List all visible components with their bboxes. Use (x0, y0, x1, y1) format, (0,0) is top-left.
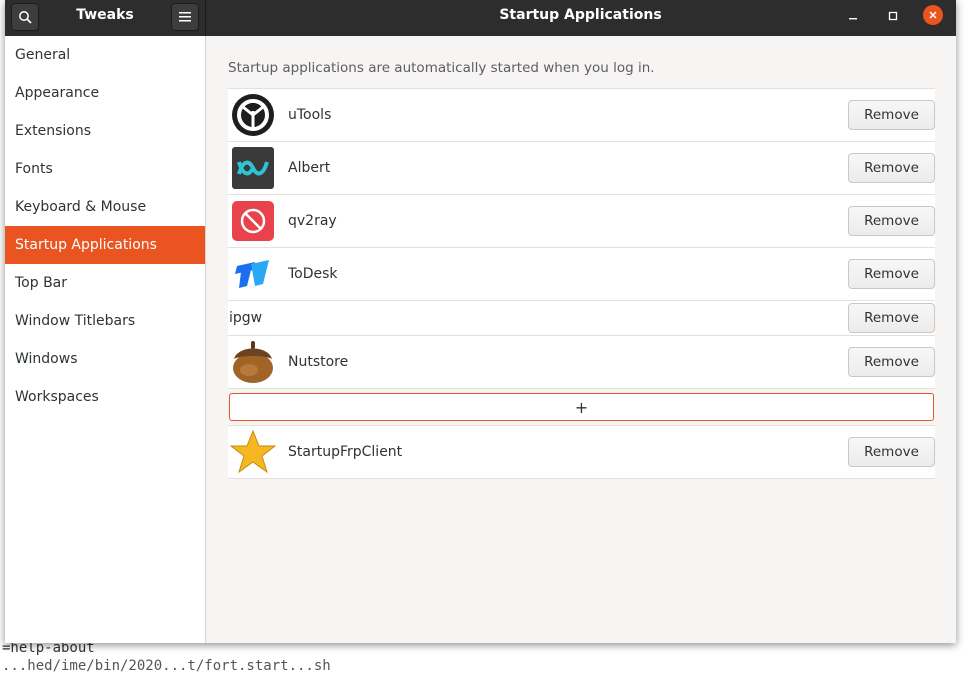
add-startup-app-button[interactable]: + (229, 393, 934, 421)
panel-description: Startup applications are automatically s… (228, 60, 655, 76)
app-name: qv2ray (288, 213, 337, 229)
sidebar-item-extensions[interactable]: Extensions (5, 112, 205, 150)
todesk-icon (230, 251, 276, 297)
app-name: StartupFrpClient (288, 444, 403, 460)
menu-button[interactable] (171, 3, 199, 31)
app-name: ToDesk (288, 266, 338, 282)
sidebar-item-general[interactable]: General (5, 36, 205, 74)
remove-button[interactable]: Remove (848, 437, 935, 467)
sidebar-item-startup-applications[interactable]: Startup Applications (5, 226, 205, 264)
close-icon (929, 11, 937, 19)
minimize-button[interactable] (842, 5, 864, 27)
add-row: + (228, 389, 935, 426)
sidebar-item-keyboard-mouse[interactable]: Keyboard & Mouse (5, 188, 205, 226)
search-button[interactable] (11, 3, 39, 31)
list-item: Nutstore Remove (228, 336, 935, 389)
maximize-button[interactable] (882, 5, 904, 27)
remove-button[interactable]: Remove (848, 347, 935, 377)
list-item: uTools Remove (228, 89, 935, 142)
remove-button[interactable]: Remove (848, 303, 935, 333)
star-icon (230, 429, 276, 475)
utools-icon (230, 92, 276, 138)
startup-applications-panel: Startup applications are automatically s… (206, 36, 956, 643)
sidebar-item-appearance[interactable]: Appearance (5, 74, 205, 112)
maximize-icon (888, 11, 898, 21)
nutstore-icon (230, 339, 276, 385)
albert-icon (230, 145, 276, 191)
sidebar-header: Tweaks (5, 0, 206, 36)
list-item: qv2ray Remove (228, 195, 935, 248)
close-button[interactable] (923, 5, 943, 25)
sidebar-title: Tweaks (76, 7, 134, 23)
app-name: Albert (288, 160, 331, 176)
sidebar-item-top-bar[interactable]: Top Bar (5, 264, 205, 302)
sidebar-item-windows[interactable]: Windows (5, 340, 205, 378)
list-item: ipgw Remove (228, 301, 935, 336)
app-name: ipgw (229, 310, 263, 326)
remove-button[interactable]: Remove (848, 100, 935, 130)
list-item: ToDesk Remove (228, 248, 935, 301)
search-icon (19, 11, 32, 24)
sidebar-item-fonts[interactable]: Fonts (5, 150, 205, 188)
header-bar: Tweaks Startup Applications (5, 0, 956, 36)
list-item: StartupFrpClient Remove (228, 426, 935, 479)
qv2ray-icon (230, 198, 276, 244)
remove-button[interactable]: Remove (848, 153, 935, 183)
hamburger-menu-icon (179, 12, 191, 22)
remove-button[interactable]: Remove (848, 259, 935, 289)
app-name: uTools (288, 107, 332, 123)
startup-app-list: uTools Remove Albert Remove qv2ray Remov… (228, 88, 935, 479)
sidebar: General Appearance Extensions Fonts Keyb… (5, 36, 206, 643)
sidebar-item-window-titlebars[interactable]: Window Titlebars (5, 302, 205, 340)
remove-button[interactable]: Remove (848, 206, 935, 236)
sidebar-item-workspaces[interactable]: Workspaces (5, 378, 205, 416)
terminal-text-bottom-line: ...hed/ime/bin/2020...t/fort.start...sh (2, 658, 331, 674)
app-name: Nutstore (288, 354, 349, 370)
minimize-icon (849, 18, 857, 20)
tweaks-window: Tweaks Startup Applications General Appe… (5, 0, 956, 643)
list-item: Albert Remove (228, 142, 935, 195)
